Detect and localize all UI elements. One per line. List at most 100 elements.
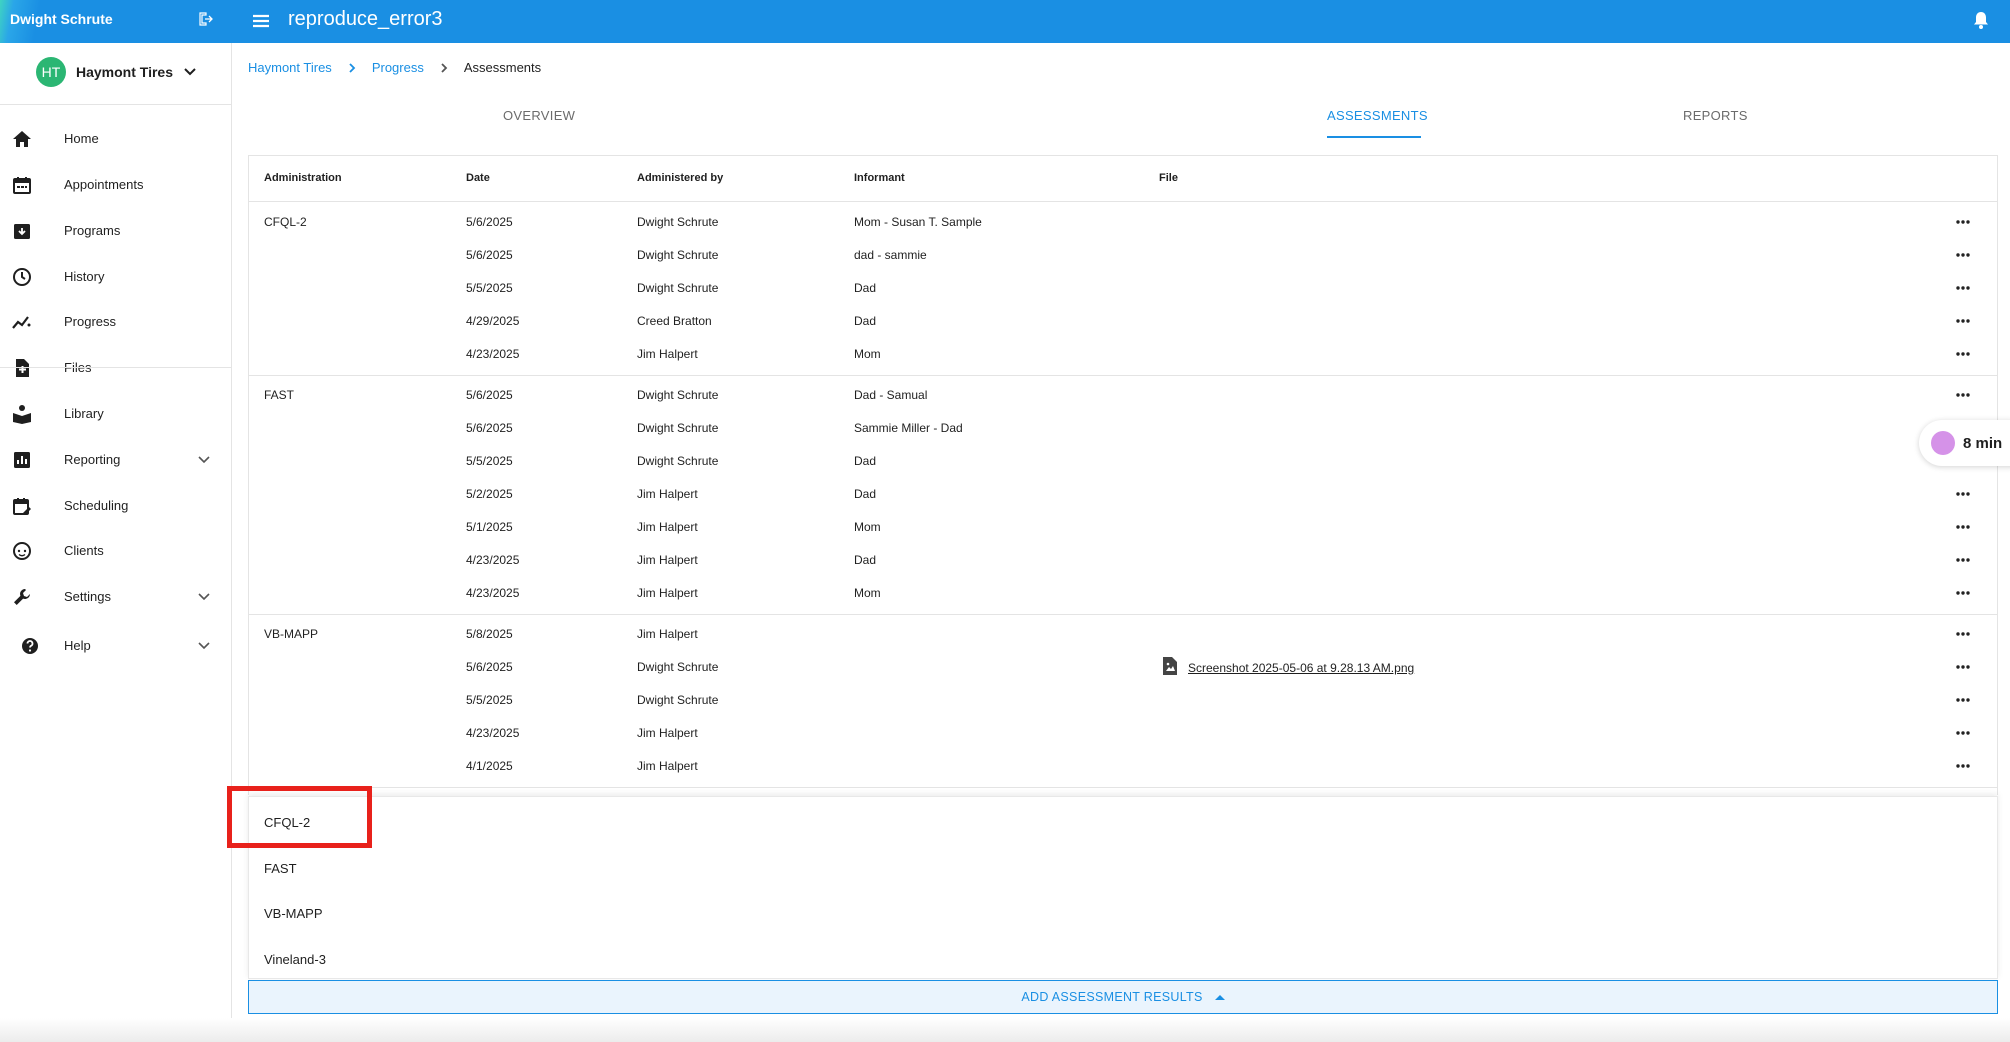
sidebar-item-label: Reporting — [64, 452, 121, 467]
timer-status-dot — [1931, 431, 1955, 455]
informant-cell: Dad — [854, 454, 877, 468]
calendar-edit-icon — [13, 498, 31, 515]
sidebar-item-history[interactable]: History — [0, 257, 231, 297]
more-options-icon[interactable] — [1955, 219, 1971, 225]
bottom-shadow — [0, 1018, 2010, 1042]
administration-name: CFQL-2 — [264, 215, 307, 229]
sidebar-item-scheduling[interactable]: Scheduling — [0, 486, 231, 526]
sidebar-item-settings[interactable]: Settings — [0, 577, 231, 617]
chevron-right-icon — [349, 62, 356, 73]
hamburger-menu-icon[interactable] — [250, 10, 272, 32]
date-cell: 5/6/2025 — [466, 248, 513, 262]
more-options-icon[interactable] — [1955, 590, 1971, 596]
chevron-down-icon[interactable] — [197, 590, 211, 604]
date-cell: 4/23/2025 — [466, 586, 520, 600]
date-cell: 5/6/2025 — [466, 215, 513, 229]
more-options-icon[interactable] — [1955, 763, 1971, 769]
sidebar-item-help[interactable]: Help — [0, 626, 231, 666]
administered-by-cell: Dwight Schrute — [637, 248, 719, 262]
help-circle-icon — [22, 638, 38, 654]
tab-reports[interactable]: REPORTS — [1683, 108, 1748, 123]
sidebar-item-label: Scheduling — [64, 498, 129, 513]
menu-item-fast[interactable]: FAST — [264, 861, 297, 876]
more-options-icon[interactable] — [1955, 252, 1971, 258]
menu-item-vineland-3[interactable]: Vineland-3 — [264, 952, 326, 967]
more-options-icon[interactable] — [1955, 631, 1971, 637]
informant-cell: dad - sammie — [854, 248, 927, 262]
administered-by-cell: Dwight Schrute — [637, 454, 719, 468]
calendar-icon — [13, 177, 31, 194]
timer-label: 8 min — [1963, 434, 2003, 452]
breadcrumb-link-progress[interactable]: Progress — [372, 60, 424, 75]
sidebar-item-label: Library — [64, 406, 104, 421]
notification-bell-icon[interactable] — [1970, 9, 1992, 31]
chevron-down-icon[interactable] — [197, 453, 211, 467]
more-options-icon[interactable] — [1955, 730, 1971, 736]
logout-icon[interactable] — [198, 11, 214, 27]
book-reader-icon — [13, 405, 31, 424]
breadcrumb-link-org[interactable]: Haymont Tires — [248, 60, 332, 75]
administered-by-cell: Dwight Schrute — [637, 660, 719, 674]
date-cell: 5/6/2025 — [466, 421, 513, 435]
more-options-icon[interactable] — [1955, 491, 1971, 497]
chevron-down-icon[interactable] — [197, 639, 211, 653]
more-options-icon[interactable] — [1955, 285, 1971, 291]
date-cell: 5/2/2025 — [466, 487, 513, 501]
more-options-icon[interactable] — [1955, 392, 1971, 398]
column-header-date: Date — [466, 172, 490, 184]
more-options-icon[interactable] — [1955, 664, 1971, 670]
administered-by-cell: Dwight Schrute — [637, 281, 719, 295]
assessment-type-menu: CFQL-2 FAST VB-MAPP Vineland-3 — [248, 796, 1998, 979]
add-assessment-results-button[interactable]: ADD ASSESSMENT RESULTS — [248, 980, 1998, 1014]
date-cell: 4/23/2025 — [466, 347, 520, 361]
tab-overview[interactable]: OVERVIEW — [503, 108, 575, 123]
org-switcher[interactable]: HT Haymont Tires — [36, 57, 197, 87]
sidebar-divider — [0, 367, 231, 368]
session-timer[interactable]: 8 min — [1919, 420, 2010, 466]
administered-by-cell: Creed Bratton — [637, 314, 712, 328]
informant-cell: Mom — [854, 347, 881, 361]
administered-by-cell: Dwight Schrute — [637, 388, 719, 402]
sidebar-item-clients[interactable]: Clients — [0, 531, 231, 571]
sidebar-item-label: Settings — [64, 589, 111, 604]
breadcrumb-current: Assessments — [463, 60, 542, 75]
sidebar-item-reporting[interactable]: Reporting — [0, 440, 231, 480]
administered-by-cell: Jim Halpert — [637, 487, 698, 501]
tab-assessments[interactable]: ASSESSMENTS — [1327, 108, 1428, 123]
sidebar-item-programs[interactable]: Programs — [0, 211, 231, 251]
administered-by-cell: Jim Halpert — [637, 759, 698, 773]
org-avatar: HT — [36, 57, 66, 87]
top-app-bar: Dwight Schrute reproduce_error3 — [0, 0, 2010, 43]
more-options-icon[interactable] — [1955, 524, 1971, 530]
more-options-icon[interactable] — [1955, 351, 1971, 357]
date-cell: 4/29/2025 — [466, 314, 520, 328]
more-options-icon[interactable] — [1955, 697, 1971, 703]
sidebar-item-appointments[interactable]: Appointments — [0, 165, 231, 205]
add-assessment-results-label: ADD ASSESSMENT RESULTS — [1021, 990, 1203, 1004]
wrench-icon — [14, 589, 30, 605]
active-tab-indicator — [1327, 136, 1421, 138]
menu-item-vb-mapp[interactable]: VB-MAPP — [264, 906, 323, 921]
sidebar-item-label: Appointments — [64, 177, 144, 192]
informant-cell: Dad — [854, 487, 877, 501]
breadcrumb: Haymont Tires Progress Assessments — [248, 60, 541, 75]
administration-name: VB-MAPP — [264, 627, 319, 641]
more-options-icon[interactable] — [1955, 557, 1971, 563]
sidebar-item-home[interactable]: Home — [0, 119, 231, 159]
sidebar-item-progress[interactable]: Progress — [0, 302, 231, 342]
sidebar-item-label: Home — [64, 131, 99, 146]
user-panel: Dwight Schrute — [0, 0, 232, 43]
more-options-icon[interactable] — [1955, 318, 1971, 324]
sidebar-item-library[interactable]: Library — [0, 394, 231, 434]
administered-by-cell: Dwight Schrute — [637, 693, 719, 707]
image-file-icon — [1163, 657, 1177, 675]
administered-by-cell: Jim Halpert — [637, 627, 698, 641]
org-name: Haymont Tires — [76, 64, 173, 80]
table-header: Administration Date Administered by Info… — [249, 156, 1997, 202]
highlight-box — [227, 786, 372, 848]
sidebar-item-files[interactable]: Files — [0, 348, 231, 388]
home-icon — [13, 131, 31, 147]
file-link[interactable]: Screenshot 2025-05-06 at 9.28.13 AM.png — [1188, 661, 1414, 675]
caret-up-icon — [1214, 995, 1225, 1000]
informant-cell: Sammie Miller - Dad — [854, 421, 963, 435]
